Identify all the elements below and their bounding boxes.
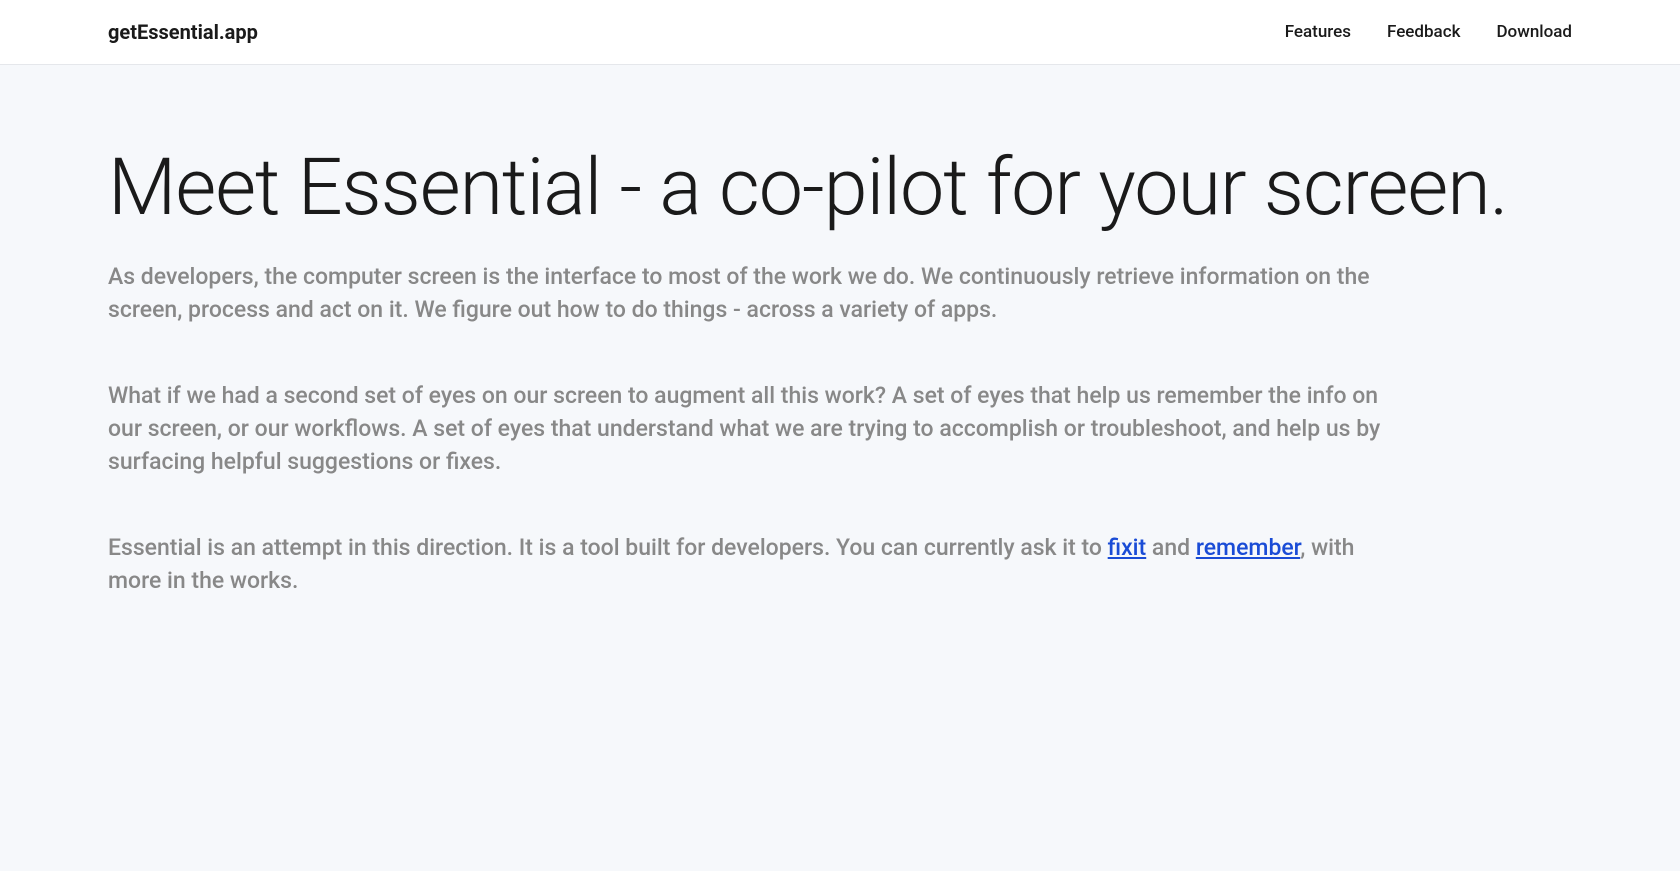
- main-content: Meet Essential - a co-pilot for your scr…: [0, 65, 1680, 871]
- remember-link[interactable]: remember: [1196, 534, 1300, 561]
- nav-features[interactable]: Features: [1285, 22, 1351, 42]
- fixit-link[interactable]: fixit: [1108, 534, 1147, 561]
- paragraph-3-text-1: Essential is an attempt in this directio…: [108, 534, 1108, 561]
- nav-download[interactable]: Download: [1496, 22, 1572, 42]
- paragraph-1: As developers, the computer screen is th…: [108, 260, 1388, 327]
- hero-title: Meet Essential - a co-pilot for your scr…: [108, 145, 1572, 232]
- paragraph-2: What if we had a second set of eyes on o…: [108, 379, 1388, 479]
- header: getEssential.app Features Feedback Downl…: [0, 0, 1680, 65]
- nav-feedback[interactable]: Feedback: [1387, 22, 1460, 42]
- nav: Features Feedback Download: [1285, 22, 1572, 42]
- logo[interactable]: getEssential.app: [108, 20, 258, 44]
- paragraph-3: Essential is an attempt in this directio…: [108, 531, 1388, 598]
- paragraph-3-text-2: and: [1146, 534, 1196, 561]
